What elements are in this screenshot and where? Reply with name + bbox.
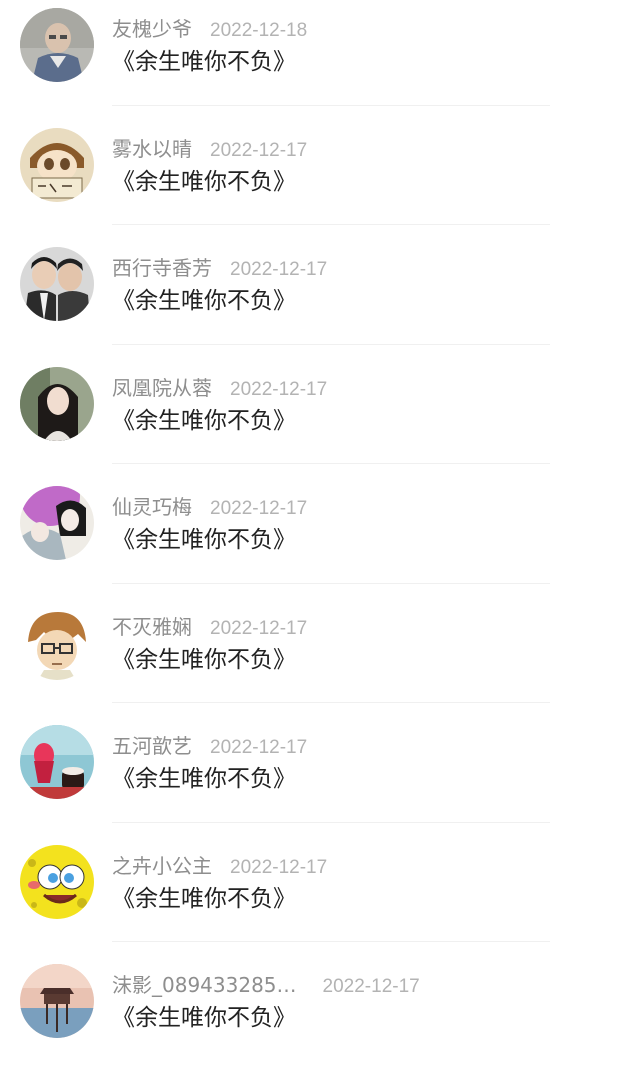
user-name[interactable]: 凤凰院从蓉	[112, 376, 212, 400]
comment-date: 2022-12-17	[230, 259, 328, 280]
illustrated-couple-avatar	[20, 486, 94, 560]
avatar[interactable]	[20, 247, 94, 321]
comment-meta: 凤凰院从蓉 2022-12-17	[112, 374, 327, 402]
spongebob-avatar	[20, 844, 94, 919]
avatar[interactable]	[20, 605, 94, 680]
user-name[interactable]: 之卉小公主	[112, 854, 212, 878]
two-boys-photo-avatar	[20, 247, 94, 321]
user-name[interactable]: 不灭雅娴	[112, 615, 192, 639]
comment-meta: 五河歆艺 2022-12-17	[112, 732, 307, 760]
cartoon-boy-sign-avatar	[20, 127, 94, 202]
pier-sunset-avatar	[20, 964, 94, 1038]
comment-meta: 雾水以晴 2022-12-17	[112, 135, 307, 163]
comment-date: 2022-12-17	[322, 976, 420, 997]
glasses-cartoon-avatar	[20, 605, 94, 680]
comment-item[interactable]: 之卉小公主 2022-12-17 《余生唯你不负》	[0, 837, 640, 957]
comment-meta: 之卉小公主 2022-12-17	[112, 852, 327, 880]
comment-text: 《余生唯你不负》	[112, 1005, 296, 1031]
comment-date: 2022-12-18	[210, 20, 308, 41]
divider	[112, 702, 550, 703]
divider	[112, 821, 550, 823]
comment-item[interactable]: 仙灵巧梅 2022-12-17 《余生唯你不负》	[0, 478, 640, 598]
comment-date: 2022-12-17	[210, 617, 308, 639]
divider	[112, 224, 550, 225]
avatar[interactable]	[20, 964, 94, 1038]
divider	[112, 343, 550, 345]
comment-text: 《余生唯你不负》	[112, 168, 296, 195]
comment-item[interactable]: 五河歆艺 2022-12-17 《余生唯你不负》	[0, 717, 640, 837]
comment-text: 《余生唯你不负》	[112, 288, 296, 314]
comment-text: 《余生唯你不负》	[112, 646, 296, 673]
comment-item[interactable]: 不灭雅娴 2022-12-17 《余生唯你不负》	[0, 598, 640, 718]
comment-meta: 西行寺香芳 2022-12-17	[112, 254, 327, 282]
user-name[interactable]: 仙灵巧梅	[112, 495, 192, 519]
comment-meta: 不灭雅娴 2022-12-17	[112, 613, 307, 641]
comment-item[interactable]: 雾水以晴 2022-12-17 《余生唯你不负》	[0, 120, 640, 240]
comment-text: 《余生唯你不负》	[112, 527, 296, 553]
divider	[112, 104, 550, 106]
elderly-man-photo-avatar	[20, 8, 94, 82]
comment-item[interactable]: 沫影_089433285… 2022-12-17 《余生唯你不负》	[0, 956, 640, 1076]
ice-cream-avatar	[20, 725, 94, 799]
comment-text: 《余生唯你不负》	[112, 885, 296, 912]
user-name[interactable]: 五河歆艺	[112, 734, 192, 758]
user-name[interactable]: 雾水以晴	[112, 137, 192, 161]
divider	[112, 941, 550, 942]
divider	[112, 463, 550, 464]
girl-portrait-avatar	[20, 366, 94, 441]
comment-meta: 沫影_089433285… 2022-12-17	[112, 971, 420, 999]
avatar[interactable]	[20, 127, 94, 202]
user-name[interactable]: 西行寺香芳	[112, 256, 212, 280]
divider	[112, 582, 550, 584]
comment-list: 友槐少爷 2022-12-18 《余生唯你不负》 雾水以晴 2022-12-17 《…	[0, 0, 640, 1049]
comment-date: 2022-12-17	[230, 378, 328, 400]
avatar[interactable]	[20, 8, 94, 82]
comment-date: 2022-12-17	[210, 498, 308, 519]
avatar[interactable]	[20, 366, 94, 441]
comment-meta: 友槐少爷 2022-12-18	[112, 15, 307, 43]
avatar[interactable]	[20, 844, 94, 919]
comment-text: 《余生唯你不负》	[112, 766, 296, 792]
comment-text: 《余生唯你不负》	[112, 407, 296, 434]
avatar[interactable]	[20, 486, 94, 560]
comment-date: 2022-12-17	[210, 737, 308, 758]
comment-item[interactable]: 凤凰院从蓉 2022-12-17 《余生唯你不负》	[0, 359, 640, 479]
comment-meta: 仙灵巧梅 2022-12-17	[112, 493, 307, 521]
avatar[interactable]	[20, 725, 94, 799]
comment-item[interactable]: 友槐少爷 2022-12-18 《余生唯你不负》	[0, 0, 640, 120]
comment-text: 《余生唯你不负》	[112, 49, 296, 75]
comment-item[interactable]: 西行寺香芳 2022-12-17 《余生唯你不负》	[0, 239, 640, 359]
user-name[interactable]: 沫影_089433285…	[112, 973, 297, 997]
user-name[interactable]: 友槐少爷	[112, 17, 192, 41]
comment-date: 2022-12-17	[210, 139, 308, 161]
comment-date: 2022-12-17	[230, 856, 328, 878]
